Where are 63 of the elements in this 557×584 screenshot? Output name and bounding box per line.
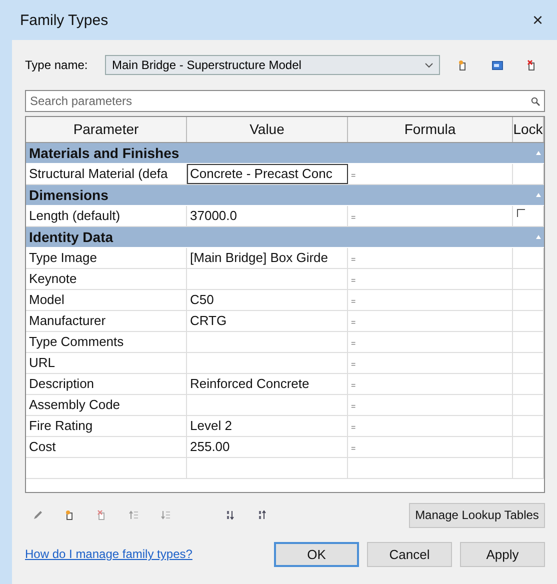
formula-equals: = bbox=[351, 318, 356, 327]
value-cell[interactable]: C50 bbox=[187, 290, 348, 310]
parameter-cell: Keynote bbox=[26, 269, 187, 289]
column-header[interactable]: Formula bbox=[348, 117, 513, 142]
formula-equals: = bbox=[351, 276, 356, 285]
value-cell[interactable]: CRTG bbox=[187, 311, 348, 331]
formula-equals: = bbox=[351, 171, 356, 180]
new-parameter-icon[interactable] bbox=[65, 510, 75, 520]
dropdown-caret-icon bbox=[425, 62, 433, 68]
formula-equals: = bbox=[351, 297, 356, 306]
rename-icon[interactable] bbox=[492, 60, 503, 70]
formula-equals: = bbox=[351, 402, 356, 411]
search-icon[interactable] bbox=[531, 97, 540, 106]
help-link[interactable]: How do I manage family types? bbox=[25, 547, 192, 561]
dialog-button[interactable]: OK bbox=[274, 542, 359, 566]
value-cell[interactable]: 37000.0 bbox=[187, 206, 348, 226]
group-header[interactable]: Materials and Finishes bbox=[26, 143, 544, 164]
parameter-cell: Description bbox=[26, 374, 187, 394]
type-name-dropdown[interactable]: Main Bridge - Superstructure Model bbox=[105, 55, 440, 75]
group-header[interactable]: Dimensions bbox=[26, 185, 544, 206]
parameter-cell: Manufacturer bbox=[26, 311, 187, 331]
parameter-cell: Model bbox=[26, 290, 187, 310]
pencil-icon[interactable] bbox=[33, 510, 43, 520]
delete-type-icon[interactable] bbox=[527, 60, 537, 70]
column-header[interactable]: Lock bbox=[513, 117, 544, 142]
new-type-icon[interactable] bbox=[458, 60, 468, 70]
formula-equals: = bbox=[351, 339, 356, 348]
parameter-cell: URL bbox=[26, 353, 187, 373]
sort-descending-icon[interactable] bbox=[257, 510, 267, 520]
formula-equals: = bbox=[351, 255, 356, 264]
parameter-cell: Cost bbox=[26, 437, 187, 457]
group-title: Materials and Finishes bbox=[29, 145, 180, 161]
lock-checkbox[interactable] bbox=[517, 209, 525, 217]
type-name-label: Type name: bbox=[25, 58, 89, 72]
search-field[interactable]: Search parameters bbox=[25, 90, 545, 112]
formula-equals: = bbox=[351, 360, 356, 369]
sort-ascending-icon[interactable] bbox=[225, 510, 235, 520]
value-cell[interactable]: Level 2 bbox=[187, 416, 348, 436]
dialog-button[interactable]: Apply bbox=[460, 542, 545, 566]
value-cell[interactable]: [Main Bridge] Box Girde bbox=[187, 248, 348, 268]
parameter-cell: Length (default) bbox=[26, 206, 187, 226]
value-cell[interactable]: Concrete - Precast Conc bbox=[187, 164, 348, 184]
value-cell[interactable]: 255.00 bbox=[187, 437, 348, 457]
parameter-cell: Type Image bbox=[26, 248, 187, 268]
close-button[interactable]: × bbox=[532, 10, 543, 30]
formula-equals: = bbox=[351, 213, 356, 222]
group-title: Dimensions bbox=[29, 187, 108, 203]
value-cell[interactable]: Reinforced Concrete bbox=[187, 374, 348, 394]
parameter-cell: Fire Rating bbox=[26, 416, 187, 436]
formula-equals: = bbox=[351, 381, 356, 390]
parameter-cell: Assembly Code bbox=[26, 395, 187, 415]
column-header[interactable]: Value bbox=[187, 117, 348, 142]
group-title: Identity Data bbox=[29, 229, 114, 245]
parameter-cell: Type Comments bbox=[26, 332, 187, 352]
dialog-button[interactable]: Cancel bbox=[367, 542, 452, 566]
manage-lookup-tables-button[interactable]: Manage Lookup Tables bbox=[409, 502, 545, 528]
formula-equals: = bbox=[351, 444, 356, 453]
window-title: Family Types bbox=[20, 12, 108, 28]
group-header[interactable]: Identity Data bbox=[26, 227, 544, 248]
delete-parameter-icon[interactable] bbox=[97, 510, 107, 520]
column-header[interactable]: Parameter bbox=[26, 117, 187, 142]
formula-equals: = bbox=[351, 423, 356, 432]
parameter-cell: Structural Material (defa bbox=[26, 164, 187, 184]
